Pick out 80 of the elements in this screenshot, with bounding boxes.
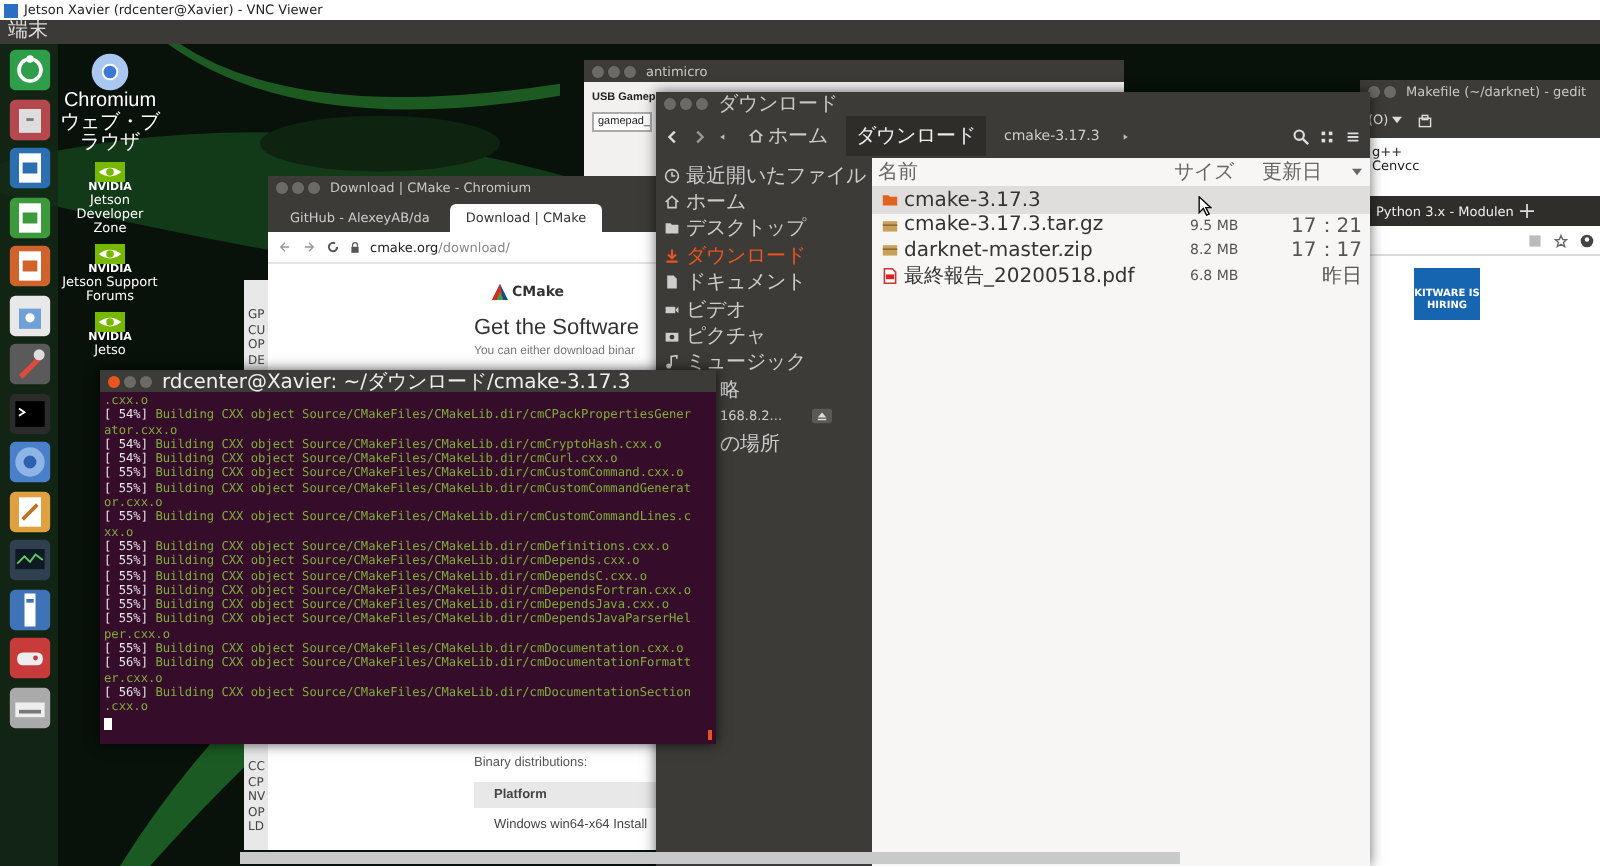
file-name: cmake-3.17.3 — [904, 189, 1043, 212]
path-button[interactable]: ダウンロード — [846, 116, 986, 156]
reload-icon[interactable] — [326, 240, 340, 254]
clock-icon — [664, 167, 680, 184]
sidebar-item[interactable]: ピクチャ — [686, 322, 766, 351]
home-icon — [748, 128, 764, 144]
system-monitor-icon[interactable] — [7, 538, 51, 582]
page-heading: Get the Software — [474, 316, 640, 340]
back-icon[interactable] — [664, 127, 682, 145]
text-cursor — [104, 717, 112, 730]
star-icon[interactable] — [1554, 233, 1568, 247]
triangle-logo-icon — [492, 284, 508, 300]
new-tab-icon[interactable] — [1519, 204, 1534, 218]
save-icon[interactable] — [1418, 113, 1433, 127]
sidebar-item[interactable]: デスクトップ — [686, 214, 806, 243]
profile-icon[interactable] — [1580, 233, 1594, 247]
camera-icon — [664, 328, 680, 345]
app-logo-icon — [4, 3, 18, 17]
folder-icon — [664, 220, 680, 237]
document-icon — [664, 274, 680, 291]
sidebar-item[interactable]: ホーム — [686, 188, 746, 217]
shopping-bag-icon[interactable] — [7, 293, 51, 337]
music-icon — [664, 354, 680, 371]
file-name: 最終報告_20200518.pdf — [904, 263, 1137, 290]
chromium-icon[interactable] — [7, 440, 51, 484]
scroll-marker — [708, 730, 712, 740]
column-header[interactable]: 名前 — [878, 158, 1174, 186]
forward-icon[interactable] — [690, 127, 708, 145]
sidebar-item[interactable]: ドキュメント — [686, 268, 806, 297]
panel-icon[interactable] — [7, 587, 51, 631]
chromium-icon[interactable] — [90, 52, 130, 92]
file-name: cmake-3.17.3.tar.gz — [904, 214, 1106, 237]
home-icon — [664, 194, 680, 211]
forward-icon[interactable] — [302, 240, 316, 254]
caret-icon — [1392, 116, 1403, 124]
search-icon[interactable] — [1292, 127, 1310, 145]
eye-logo-icon[interactable] — [94, 243, 126, 264]
modified-date: 17：21 — [1289, 213, 1364, 240]
sidebar-item[interactable]: 最近開いたファイル — [686, 161, 866, 190]
spreadsheet-icon[interactable] — [7, 195, 51, 239]
gamepad-icon[interactable] — [7, 636, 51, 680]
modified-date: 17：17 — [1289, 238, 1364, 265]
drive-icon[interactable] — [7, 685, 51, 729]
window-title: rdcenter@Xavier: ~/ダウンロード/cmake-3.17.3 — [162, 370, 631, 395]
eye-logo-icon[interactable] — [94, 161, 126, 181]
sidebar-item[interactable]: ビデオ — [686, 295, 746, 324]
window-title: ダウンロード — [718, 92, 838, 117]
video-icon — [664, 301, 680, 318]
archive-icon — [882, 242, 898, 259]
ubuntu-logo-icon[interactable] — [7, 48, 51, 92]
lock-icon — [350, 241, 360, 253]
file-cabinet-icon[interactable] — [7, 97, 51, 141]
wrench-icon[interactable] — [7, 342, 51, 386]
text-editor-icon[interactable] — [7, 489, 51, 533]
presentation-icon[interactable] — [7, 244, 51, 288]
column-header[interactable]: サイズ — [1174, 158, 1262, 186]
sidebar-item[interactable]: 略 — [720, 375, 740, 404]
download-icon — [664, 247, 680, 264]
document-icon[interactable] — [7, 146, 51, 190]
close-button[interactable] — [108, 375, 120, 387]
modified-date: 昨日 — [1320, 263, 1364, 290]
grid-view-icon[interactable] — [1318, 127, 1336, 145]
menu-icon[interactable] — [1344, 127, 1362, 145]
sidebar-item[interactable]: ミュージック — [686, 348, 806, 377]
eject-icon[interactable] — [812, 408, 833, 425]
sort-caret-icon[interactable] — [1352, 168, 1362, 176]
scroll-left-icon[interactable] — [716, 129, 730, 143]
desktop-icon-label[interactable]: Chromium ウェブ・ブラウザ — [60, 92, 160, 155]
archive-icon — [882, 217, 898, 234]
eye-logo-icon[interactable] — [94, 311, 126, 332]
folder-icon — [882, 192, 898, 209]
file-name: darknet-master.zip — [904, 239, 1095, 262]
path-button[interactable]: ホーム — [738, 116, 838, 156]
scrollbar[interactable] — [240, 852, 1180, 864]
file-row[interactable]: cmake-3.17.3 — [872, 188, 1370, 213]
column-header[interactable]: 更新日 — [1262, 158, 1352, 186]
pdf-file-icon — [882, 267, 898, 284]
sidebar-item[interactable]: の場所 — [720, 429, 780, 458]
mouse-pointer-icon — [1198, 196, 1212, 216]
app-name: 端末 — [8, 20, 48, 44]
